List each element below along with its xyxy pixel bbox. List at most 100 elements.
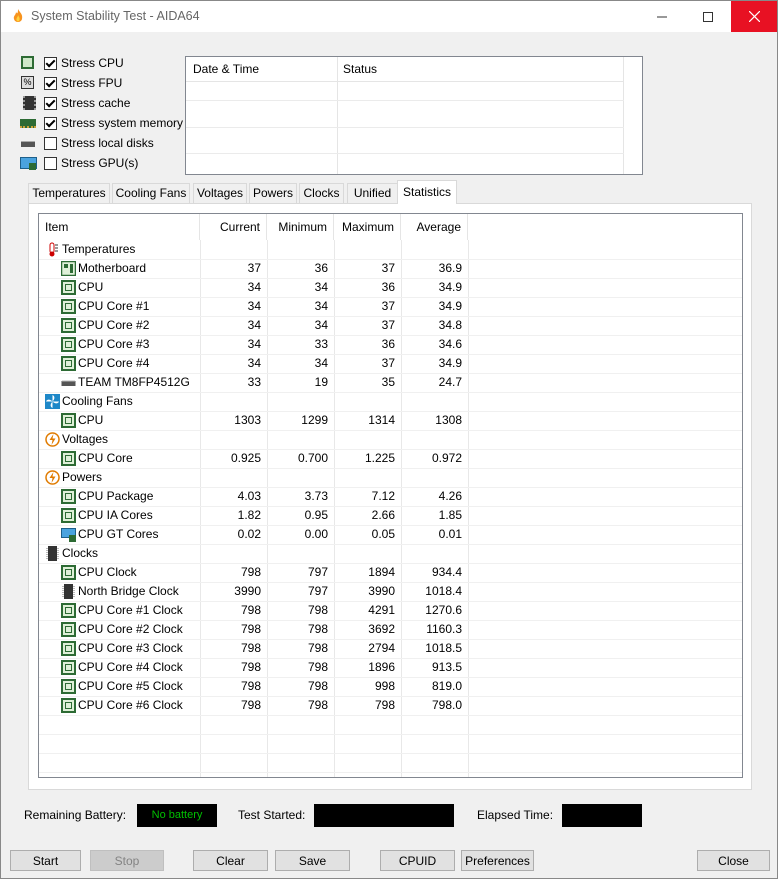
- stress-cpu-checkbox[interactable]: [44, 56, 57, 70]
- current-value: 798: [240, 603, 261, 617]
- empty-row: [39, 715, 742, 735]
- cpu-chip-icon: [61, 641, 76, 656]
- tab-cooling-fans[interactable]: Cooling Fans: [112, 183, 190, 203]
- stress-fpu-option[interactable]: % Stress FPU: [20, 74, 190, 92]
- table-row[interactable]: CPU Package 4.03 3.73 7.12 4.26: [39, 487, 742, 507]
- table-row[interactable]: CPU IA Cores 1.82 0.95 2.66 1.85: [39, 506, 742, 526]
- column-minimum[interactable]: Minimum: [267, 214, 334, 240]
- table-row[interactable]: CPU Core #3 Clock 798 798 2794 1018.5: [39, 639, 742, 659]
- maximum-value: 37: [381, 299, 395, 313]
- column-maximum[interactable]: Maximum: [334, 214, 401, 240]
- cpu-chip-icon: [61, 299, 76, 314]
- group-row[interactable]: Cooling Fans: [39, 392, 742, 412]
- minimum-value: 34: [314, 280, 328, 294]
- statistics-table[interactable]: Item Current Minimum Maximum Average Tem…: [38, 213, 743, 778]
- close-window-button[interactable]: [731, 1, 777, 32]
- event-log-list[interactable]: Date & Time Status: [185, 56, 643, 175]
- table-row[interactable]: CPU 34 34 36 34.9: [39, 278, 742, 298]
- stress-memory-option[interactable]: Stress system memory: [20, 114, 190, 132]
- table-row[interactable]: CPU Core #4 Clock 798 798 1896 913.5: [39, 658, 742, 678]
- minimum-value: 0.95: [304, 508, 328, 522]
- item-label: CPU Package: [78, 489, 154, 503]
- table-row[interactable]: CPU 1303 1299 1314 1308: [39, 411, 742, 431]
- minimum-value: 797: [307, 584, 328, 598]
- table-row[interactable]: CPU Core 0.925 0.700 1.225 0.972: [39, 449, 742, 469]
- stress-disks-checkbox[interactable]: [44, 136, 57, 150]
- preferences-button[interactable]: Preferences: [461, 850, 534, 871]
- current-value: 34: [247, 280, 261, 294]
- table-row[interactable]: CPU Core #2 Clock 798 798 3692 1160.3: [39, 620, 742, 640]
- save-button[interactable]: Save: [275, 850, 350, 871]
- average-value: 1.85: [438, 508, 462, 522]
- table-row[interactable]: CPU Core #1 34 34 37 34.9: [39, 297, 742, 317]
- group-label: Clocks: [62, 546, 99, 560]
- group-row[interactable]: Temperatures: [39, 240, 742, 260]
- item-label: CPU Core #3: [78, 337, 150, 351]
- table-row[interactable]: Motherboard 37 36 37 36.9: [39, 259, 742, 279]
- tab-statistics[interactable]: Statistics: [397, 180, 457, 204]
- cpu-chip-icon: [61, 413, 76, 428]
- start-button[interactable]: Start: [10, 850, 81, 871]
- battery-label: Remaining Battery:: [24, 808, 127, 822]
- average-value: 34.9: [438, 299, 462, 313]
- table-row[interactable]: North Bridge Clock 3990 797 3990 1018.4: [39, 582, 742, 602]
- close-icon: [748, 11, 760, 22]
- log-header-date[interactable]: Date & Time: [193, 62, 259, 76]
- column-current[interactable]: Current: [200, 214, 267, 240]
- average-value: 1160.3: [426, 622, 462, 636]
- group-row[interactable]: Clocks: [39, 544, 742, 564]
- current-value: 1.82: [237, 508, 261, 522]
- current-value: 798: [240, 660, 261, 674]
- tab-powers[interactable]: Powers: [249, 183, 297, 203]
- tab-voltages[interactable]: Voltages: [193, 183, 247, 203]
- stress-memory-checkbox[interactable]: [44, 116, 57, 130]
- power-icon: [45, 470, 60, 485]
- group-row[interactable]: Powers: [39, 468, 742, 488]
- stress-cache-option[interactable]: Stress cache: [20, 94, 190, 112]
- table-row[interactable]: CPU Core #3 34 33 36 34.6: [39, 335, 742, 355]
- maximize-button[interactable]: [685, 1, 731, 32]
- table-row[interactable]: CPU Core #4 34 34 37 34.9: [39, 354, 742, 374]
- window-title: System Stability Test - AIDA64: [31, 9, 200, 23]
- table-row[interactable]: CPU Core #1 Clock 798 798 4291 1270.6: [39, 601, 742, 621]
- stress-cpu-option[interactable]: Stress CPU: [20, 54, 190, 72]
- stress-fpu-checkbox[interactable]: [44, 76, 57, 90]
- stress-disks-option[interactable]: Stress local disks: [20, 134, 190, 152]
- minimum-value: 34: [314, 299, 328, 313]
- tab-temperatures[interactable]: Temperatures: [28, 183, 110, 203]
- current-value: 3990: [234, 584, 261, 598]
- minimum-value: 798: [307, 603, 328, 617]
- battery-value: No battery: [151, 809, 203, 821]
- column-item[interactable]: Item: [39, 214, 200, 240]
- gpu-icon: [20, 156, 37, 170]
- tab-clocks[interactable]: Clocks: [299, 183, 344, 203]
- stress-cache-checkbox[interactable]: [44, 96, 57, 110]
- table-row[interactable]: CPU Clock 798 797 1894 934.4: [39, 563, 742, 583]
- clear-button[interactable]: Clear: [193, 850, 268, 871]
- maximum-value: 1894: [368, 565, 395, 579]
- tab-unified[interactable]: Unified: [347, 183, 398, 203]
- table-row[interactable]: CPU Core #5 Clock 798 798 998 819.0: [39, 677, 742, 697]
- average-value: 934.4: [431, 565, 462, 579]
- average-value: 1018.5: [425, 641, 462, 655]
- table-row[interactable]: CPU GT Cores 0.02 0.00 0.05 0.01: [39, 525, 742, 545]
- cpuid-button[interactable]: CPUID: [380, 850, 455, 871]
- log-header-status[interactable]: Status: [343, 62, 377, 76]
- minimize-button[interactable]: [639, 1, 685, 32]
- minimum-value: 797: [307, 565, 328, 579]
- table-row[interactable]: TEAM TM8FP4512G 33 19 35 24.7: [39, 373, 742, 393]
- column-average[interactable]: Average: [401, 214, 468, 240]
- stop-button[interactable]: Stop: [90, 850, 164, 871]
- table-row[interactable]: CPU Core #6 Clock 798 798 798 798.0: [39, 696, 742, 716]
- cpu-chip-icon: [61, 565, 76, 580]
- cpu-chip-icon: [61, 622, 76, 637]
- table-row[interactable]: CPU Core #2 34 34 37 34.8: [39, 316, 742, 336]
- cpu-chip-icon: [61, 698, 76, 713]
- maximum-value: 3990: [368, 584, 395, 598]
- minimize-icon: [657, 16, 667, 17]
- stress-gpu-option[interactable]: Stress GPU(s): [20, 154, 190, 172]
- stress-gpu-checkbox[interactable]: [44, 156, 57, 170]
- close-button[interactable]: Close: [697, 850, 770, 871]
- test-started-label: Test Started:: [238, 808, 306, 822]
- group-row[interactable]: Voltages: [39, 430, 742, 450]
